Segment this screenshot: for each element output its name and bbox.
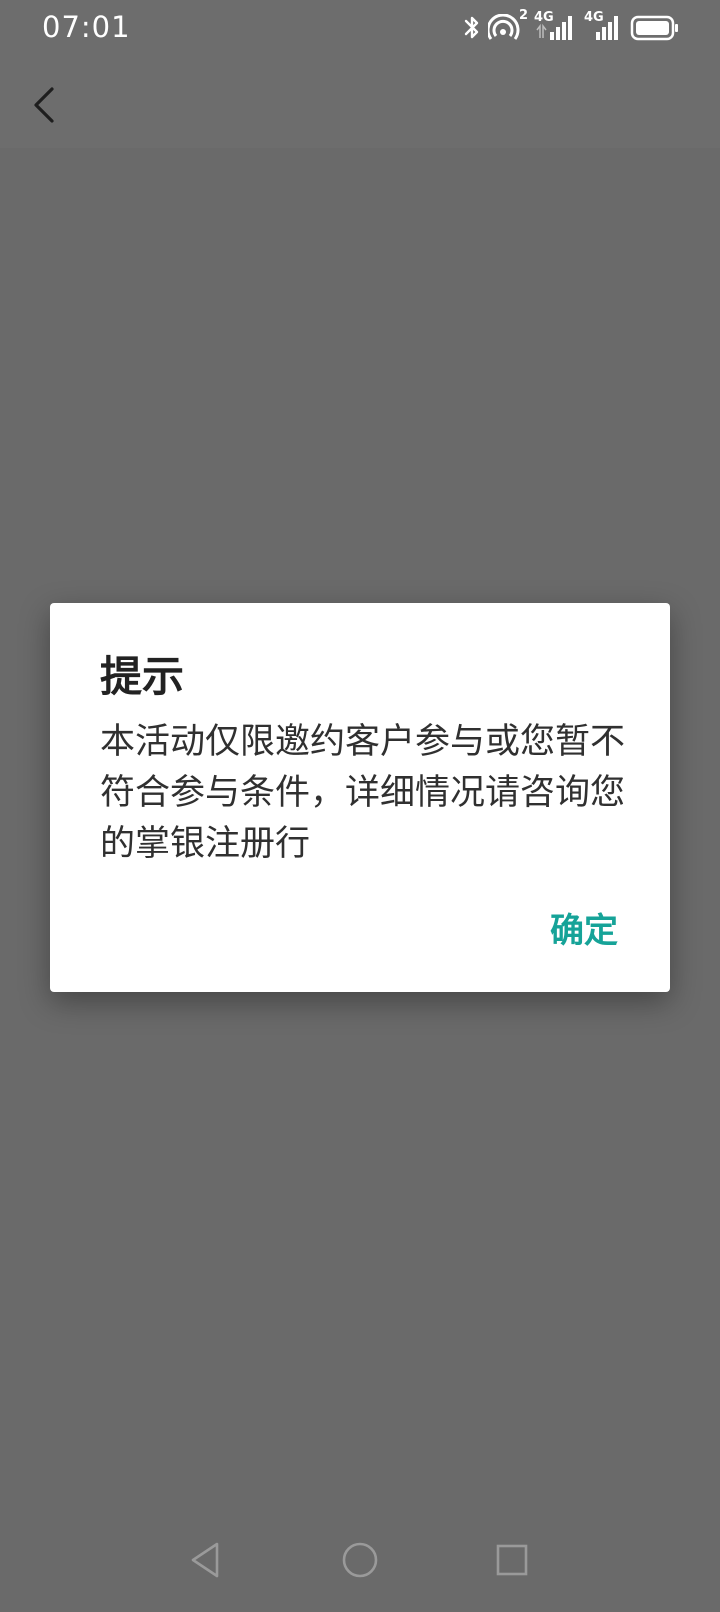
nav-recents-button[interactable] bbox=[482, 1530, 542, 1590]
signal-sim1: 4G bbox=[534, 10, 578, 42]
navigation-bar bbox=[0, 1520, 720, 1612]
dialog-message: 本活动仅限邀约客户参与或您暂不符合参与条件，详细情况请咨询您的掌银注册行 bbox=[100, 722, 626, 864]
nav-back-button[interactable] bbox=[175, 1530, 235, 1590]
signal-sim2: 4G bbox=[584, 10, 624, 42]
bluetooth-icon bbox=[464, 16, 479, 39]
hotspot-icon: 2 bbox=[488, 8, 528, 42]
status-time: 07:01 bbox=[42, 10, 131, 44]
status-bar: 07:01 2 4G 4G bbox=[0, 0, 720, 56]
nav-home-button[interactable] bbox=[330, 1530, 390, 1590]
home-circle-icon bbox=[342, 1542, 378, 1578]
confirm-button[interactable]: 确定 bbox=[550, 903, 618, 952]
recents-square-icon bbox=[496, 1544, 528, 1576]
hotspot-badge: 2 bbox=[518, 8, 528, 23]
back-triangle-icon bbox=[191, 1542, 219, 1578]
signal-icon bbox=[596, 16, 618, 40]
app-header: 07:01 2 4G 4G bbox=[0, 0, 720, 148]
battery-icon bbox=[630, 15, 678, 41]
status-icons: 2 4G 4G bbox=[462, 8, 680, 42]
back-button[interactable] bbox=[22, 80, 66, 130]
dialog-title: 提示 bbox=[100, 652, 185, 701]
alert-dialog: 提示 本活动仅限邀约客户参与或您暂不符合参与条件，详细情况请咨询您的掌银注册行 … bbox=[50, 603, 670, 992]
chevron-left-icon bbox=[34, 87, 54, 123]
signal-icon bbox=[536, 16, 572, 40]
